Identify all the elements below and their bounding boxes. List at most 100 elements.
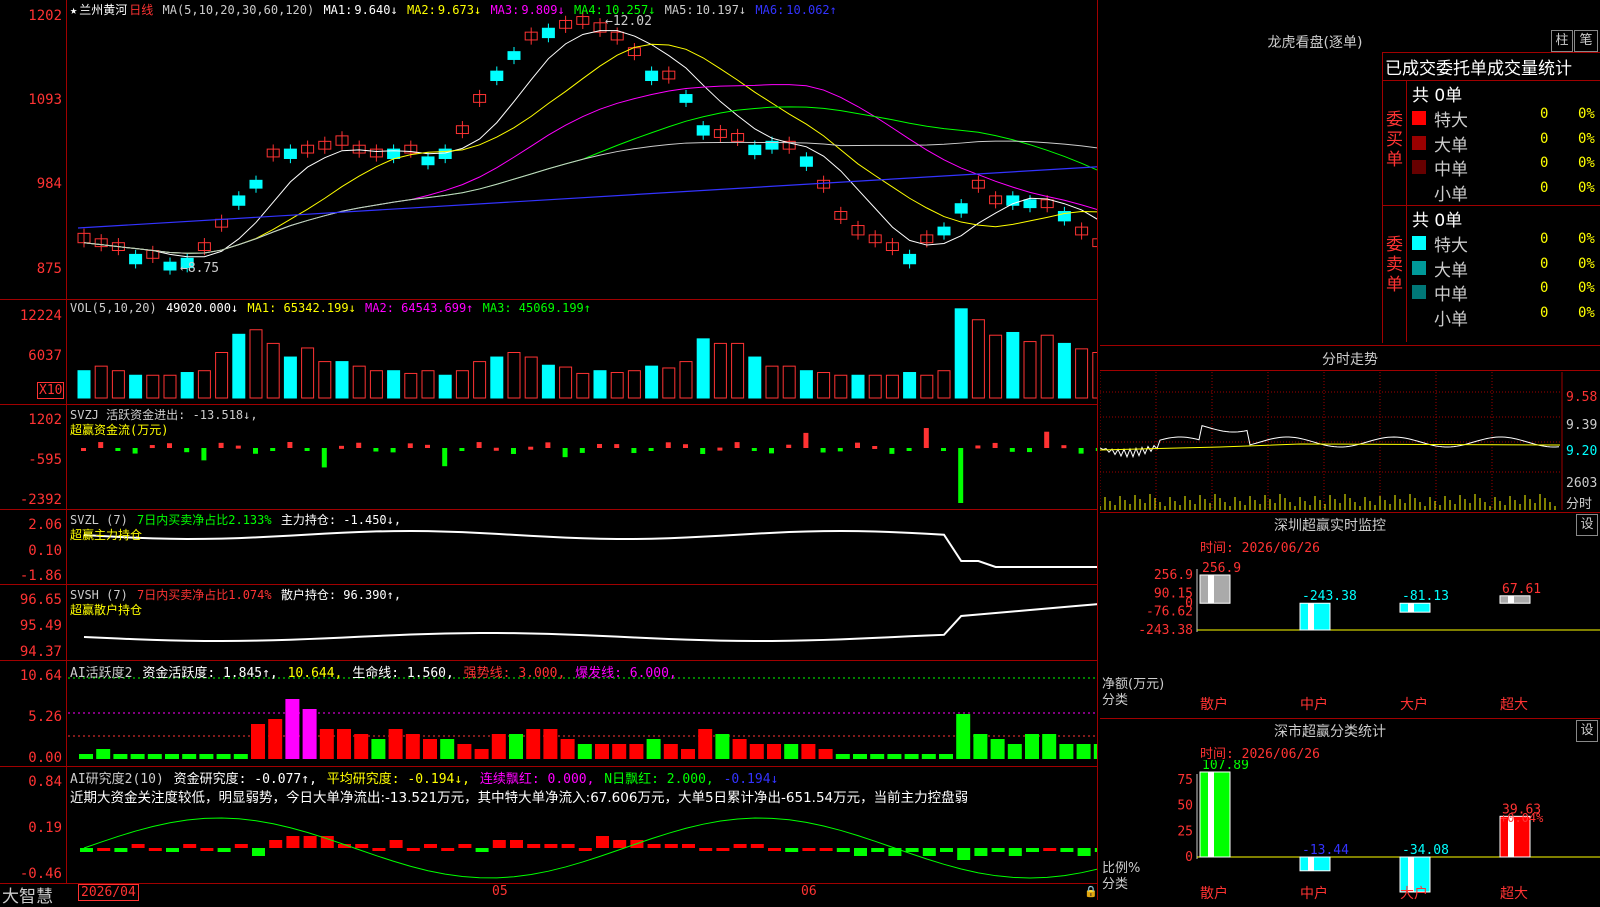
ai2-bar [596, 836, 609, 848]
ai1-bar [577, 744, 592, 759]
volume-bar [111, 370, 125, 399]
ai2-bar [613, 840, 627, 848]
intraday-chart[interactable] [1100, 372, 1600, 512]
divider-svzl [0, 509, 1098, 510]
bar-highlight-中户 [1308, 603, 1314, 630]
candle-body [954, 203, 968, 214]
candle-body [1092, 238, 1098, 248]
bar-中户 [1299, 602, 1331, 631]
volume-bar [77, 370, 91, 399]
sell-row-label: 特大 [1434, 236, 1468, 256]
volume-bar [885, 374, 899, 399]
bar-大户 [1399, 602, 1431, 613]
svzj-bar [1078, 448, 1084, 454]
svzj-bar [493, 447, 499, 451]
vol-unit-badge[interactable]: X10 [37, 382, 65, 399]
svzj-subtitle: 超赢资金流(万元) [70, 423, 169, 437]
ai2-bar [1026, 848, 1039, 852]
brand-logo-text: 大智慧 [2, 887, 53, 907]
buy-color-swatch [1412, 111, 1426, 125]
svzj-bar [803, 432, 809, 448]
volume-bar [627, 370, 641, 399]
ma3-value: 9.809↓ [521, 3, 565, 17]
lock-icon[interactable]: 🔒 [1084, 885, 1098, 898]
svzj-bar [167, 443, 172, 448]
vol-ma2: MA2: 64543.699↑ [365, 301, 474, 315]
ai2-bar [716, 848, 730, 851]
ai2-bar [200, 848, 214, 851]
bar-ylabel: 比例% [1102, 861, 1140, 876]
ai2-bar [148, 848, 162, 851]
volume-bar [507, 352, 521, 399]
volume-bar [163, 374, 177, 399]
ai2-bar [544, 844, 558, 848]
bar-category-label: 超大 [1500, 886, 1528, 900]
high-annotation: ←12.02 [605, 14, 652, 29]
buy-color-swatch [1412, 184, 1426, 199]
intraday-axis-1: 9.58 [1566, 390, 1598, 405]
ma1-label: MA1: [323, 3, 353, 17]
ai1-bar [887, 754, 902, 759]
ai2-bar [854, 848, 867, 856]
ai2-bar [475, 848, 489, 852]
ai2-bar [131, 844, 145, 848]
vol-axis-2: 6037 [28, 348, 62, 364]
svsh-line [83, 603, 1098, 642]
date-axis-start[interactable]: 2026/04 [78, 884, 139, 901]
ai2-bar [286, 836, 300, 848]
ma6-label: MA6: [755, 3, 785, 17]
bar-value-label: 256.9 [1202, 561, 1241, 576]
buy-row-label: 大单 [1434, 135, 1468, 156]
classify-bar-chart[interactable]: 7550250比例%分类107.89散户-13.44中户-34.08大户39.6… [1100, 760, 1600, 900]
ai1-bar [1007, 744, 1022, 759]
ai2-axis-2: 0.19 [28, 820, 62, 836]
ai2-bar [252, 848, 265, 856]
ma6-value: 10.062↑ [786, 3, 837, 17]
sell-row-count: 0 [1540, 280, 1549, 296]
ma1-value: 9.640↓ [354, 3, 398, 17]
volume-bar [197, 370, 211, 399]
ai1-bar [199, 754, 214, 759]
svzj-bar [992, 442, 998, 448]
bar-value-label: -34.08 [1402, 843, 1449, 858]
svzj-bar [287, 442, 293, 448]
bar-散户 [1199, 771, 1231, 858]
sell-row-label: 中单 [1434, 285, 1468, 305]
svzj-bar [115, 448, 121, 451]
ai2-bar [561, 844, 575, 848]
volume-bar [1057, 342, 1071, 399]
candle-body [490, 70, 504, 82]
svzj-bar [459, 448, 465, 451]
ai1-bar [268, 719, 283, 759]
ai1-bar [1093, 744, 1098, 759]
stroke-mode-button[interactable]: 笔 [1574, 30, 1598, 52]
ai1-bar [423, 739, 437, 759]
star-icon[interactable]: ★ [70, 3, 77, 17]
monitor-bar-chart[interactable]: 256.990.150-76.62-243.38净额(万元)分类256.9散户-… [1100, 555, 1600, 720]
ai1-bar [509, 734, 523, 759]
ai2-bar [922, 848, 936, 856]
buy-row-count: 0 [1540, 155, 1549, 171]
ai2-bar [269, 840, 283, 848]
buy-row-count: 0 [1540, 179, 1549, 196]
sell-row-pct: 0% [1578, 280, 1595, 296]
period-label[interactable]: 日线 [129, 3, 153, 17]
svzj-bar [476, 442, 482, 448]
ai1-bar [1042, 734, 1057, 759]
candle-body [232, 195, 246, 206]
monitor-top-border [1100, 512, 1600, 513]
buy-row-pct: 0% [1578, 130, 1595, 147]
svzl-hold: 主力持仓: -1.450↓, [280, 513, 402, 527]
buy-row: 大单 0 0% [1410, 130, 1600, 156]
svzj-bar [734, 442, 740, 448]
main-chart-canvas[interactable] [0, 0, 1098, 900]
svzj-bar [511, 448, 516, 454]
vol-ma3: MA3: 45069.199↑ [482, 301, 592, 315]
ai2-bar [458, 844, 472, 848]
classify-settings-button[interactable]: 设 [1576, 720, 1598, 742]
bar-mode-button[interactable]: 柱 [1551, 30, 1573, 52]
ai1-bar [147, 754, 162, 759]
ai1-bar [285, 699, 300, 759]
svzj-bar [786, 444, 792, 448]
monitor-settings-button[interactable]: 设 [1576, 514, 1598, 536]
